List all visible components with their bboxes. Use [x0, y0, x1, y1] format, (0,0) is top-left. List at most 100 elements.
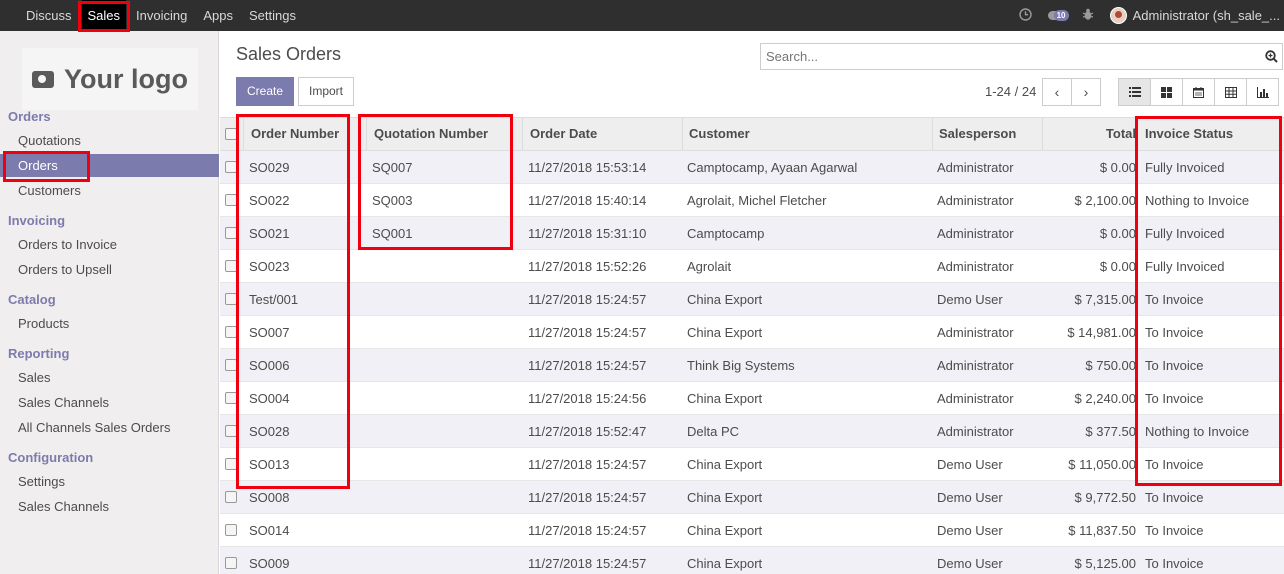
- row-checkbox[interactable]: [225, 326, 237, 338]
- cell-invoice-status: Nothing to Invoice: [1145, 193, 1250, 208]
- table-row[interactable]: SO008 11/27/2018 15:24:57 China Export Demo…: [220, 481, 1284, 514]
- row-checkbox[interactable]: [225, 557, 237, 569]
- menu-apps[interactable]: Apps: [195, 0, 241, 31]
- sidebar-item-report-sales-channels[interactable]: Sales Channels: [0, 391, 219, 414]
- calendar-view-button[interactable]: [1182, 78, 1215, 106]
- pager-previous-button[interactable]: ‹: [1042, 78, 1072, 106]
- cell-salesperson: Administrator: [937, 160, 1014, 175]
- column-salesperson[interactable]: Salesperson: [932, 118, 1042, 151]
- pivot-view-button[interactable]: [1214, 78, 1247, 106]
- select-all-checkbox[interactable]: [225, 128, 237, 140]
- cell-total: $ 2,240.00: [1074, 391, 1136, 406]
- user-menu[interactable]: Administrator (sh_sale_...: [1133, 8, 1280, 23]
- kanban-view-button[interactable]: [1150, 78, 1183, 106]
- table-row[interactable]: SO023 11/27/2018 15:52:26 Agrolait Administ…: [220, 250, 1284, 283]
- logo-text: Your logo: [64, 63, 188, 94]
- row-checkbox[interactable]: [225, 458, 237, 470]
- sidebar-item-config-sales-channels[interactable]: Sales Channels: [0, 495, 219, 518]
- cell-order-number: SO009: [249, 556, 290, 571]
- cell-salesperson: Demo User: [937, 457, 1003, 472]
- column-total[interactable]: Total: [1042, 118, 1136, 151]
- row-checkbox[interactable]: [225, 425, 237, 437]
- cell-customer: Agrolait: [687, 259, 732, 274]
- table-row[interactable]: Test/001 11/27/2018 15:24:57 China Export D…: [220, 283, 1284, 316]
- cell-order-date: 11/27/2018 15:40:14: [528, 193, 647, 208]
- sidebar-item-quotations[interactable]: Quotations: [0, 129, 219, 152]
- bug-icon[interactable]: [1082, 8, 1094, 24]
- chevron-right-icon: ›: [1083, 84, 1089, 100]
- cell-customer: China Export: [687, 457, 763, 472]
- cell-order-number: SO004: [249, 391, 290, 406]
- cell-total: $ 750.00: [1085, 358, 1136, 373]
- cell-customer: Agrolait, Michel Fletcher: [687, 193, 827, 208]
- cell-order-date: 11/27/2018 15:31:10: [528, 226, 647, 241]
- sidebar-item-orders-to-invoice[interactable]: Orders to Invoice: [0, 233, 219, 256]
- list-view-button[interactable]: [1118, 78, 1151, 106]
- row-checkbox[interactable]: [225, 260, 237, 272]
- row-checkbox[interactable]: [225, 359, 237, 371]
- cell-invoice-status: To Invoice: [1145, 556, 1204, 571]
- cell-total: $ 2,100.00: [1074, 193, 1136, 208]
- sidebar-item-orders-to-upsell[interactable]: Orders to Upsell: [0, 258, 219, 281]
- user-avatar[interactable]: [1109, 7, 1127, 24]
- cell-customer: Think Big Systems: [687, 358, 795, 373]
- search-input[interactable]: [761, 44, 1251, 69]
- top-navbar: Discuss Sales Invoicing Apps Settings 10…: [0, 0, 1284, 31]
- table-header: Order Number Quotation Number Order Date…: [220, 117, 1284, 151]
- table-row[interactable]: SO013 11/27/2018 15:24:57 China Export Demo…: [220, 448, 1284, 481]
- sidebar-item-settings[interactable]: Settings: [0, 470, 219, 493]
- cell-order-date: 11/27/2018 15:53:14: [528, 160, 647, 175]
- menu-invoicing[interactable]: Invoicing: [128, 0, 195, 31]
- cell-order-date: 11/27/2018 15:24:57: [528, 556, 647, 571]
- sidebar-item-customers[interactable]: Customers: [0, 179, 219, 202]
- table-row[interactable]: SO007 11/27/2018 15:24:57 China Export Admi…: [220, 316, 1284, 349]
- row-checkbox[interactable]: [225, 524, 237, 536]
- pager-value[interactable]: 1-24 / 24: [985, 84, 1036, 99]
- column-invoice-status[interactable]: Invoice Status: [1136, 118, 1284, 151]
- table-row[interactable]: SO021 SQ001 11/27/2018 15:31:10 Camptocamp A…: [220, 217, 1284, 250]
- search-icon[interactable]: [1265, 50, 1278, 63]
- messages-icon[interactable]: 10: [1047, 9, 1069, 23]
- cell-order-date: 11/27/2018 15:24:57: [528, 523, 647, 538]
- row-checkbox[interactable]: [225, 161, 237, 173]
- cell-quotation-number: [366, 547, 522, 574]
- table-row[interactable]: SO004 11/27/2018 15:24:56 China Export Admi…: [220, 382, 1284, 415]
- table-row[interactable]: SO029 SQ007 11/27/2018 15:53:14 Camptocamp,…: [220, 151, 1284, 184]
- menu-sales[interactable]: Sales: [81, 0, 127, 31]
- table-row[interactable]: SO009 11/27/2018 15:24:57 China Export Demo…: [220, 547, 1284, 574]
- search-bar: [760, 43, 1283, 70]
- table-row[interactable]: SO014 11/27/2018 15:24:57 China Export Demo…: [220, 514, 1284, 547]
- row-checkbox[interactable]: [225, 293, 237, 305]
- sidebar-item-products[interactable]: Products: [0, 312, 219, 335]
- graph-view-button[interactable]: [1246, 78, 1279, 106]
- menu-discuss[interactable]: Discuss: [18, 0, 80, 31]
- import-button[interactable]: Import: [298, 77, 354, 106]
- cell-salesperson: Administrator: [937, 391, 1014, 406]
- sidebar-item-all-channels-sales-orders[interactable]: All Channels Sales Orders: [0, 416, 219, 439]
- row-checkbox[interactable]: [225, 491, 237, 503]
- row-checkbox[interactable]: [225, 392, 237, 404]
- sidebar-section-reporting: Reporting: [8, 346, 70, 361]
- column-order-number[interactable]: Order Number: [243, 118, 366, 151]
- row-checkbox[interactable]: [225, 194, 237, 206]
- sidebar-item-orders[interactable]: Orders: [0, 154, 219, 177]
- cell-order-date: 11/27/2018 15:52:26: [528, 259, 647, 274]
- column-order-date[interactable]: Order Date: [522, 118, 682, 151]
- table-row[interactable]: SO006 11/27/2018 15:24:57 Think Big System…: [220, 349, 1284, 382]
- cell-quotation-number: [366, 283, 522, 315]
- column-customer[interactable]: Customer: [682, 118, 932, 151]
- cell-invoice-status: Fully Invoiced: [1145, 160, 1225, 175]
- table-row[interactable]: SO022 SQ003 11/27/2018 15:40:14 Agrolait, M…: [220, 184, 1284, 217]
- cell-total: $ 377.50: [1085, 424, 1136, 439]
- row-checkbox[interactable]: [225, 227, 237, 239]
- sidebar-item-report-sales[interactable]: Sales: [0, 366, 219, 389]
- clock-icon[interactable]: [1018, 7, 1032, 24]
- cell-invoice-status: To Invoice: [1145, 358, 1204, 373]
- menu-settings[interactable]: Settings: [241, 0, 304, 31]
- pivot-table-icon: [1224, 86, 1237, 98]
- cell-total: $ 5,125.00: [1074, 556, 1136, 571]
- column-quotation-number[interactable]: Quotation Number: [366, 118, 522, 151]
- pager-next-button[interactable]: ›: [1071, 78, 1101, 106]
- table-row[interactable]: SO028 11/27/2018 15:52:47 Delta PC Administ…: [220, 415, 1284, 448]
- create-button[interactable]: Create: [236, 77, 294, 106]
